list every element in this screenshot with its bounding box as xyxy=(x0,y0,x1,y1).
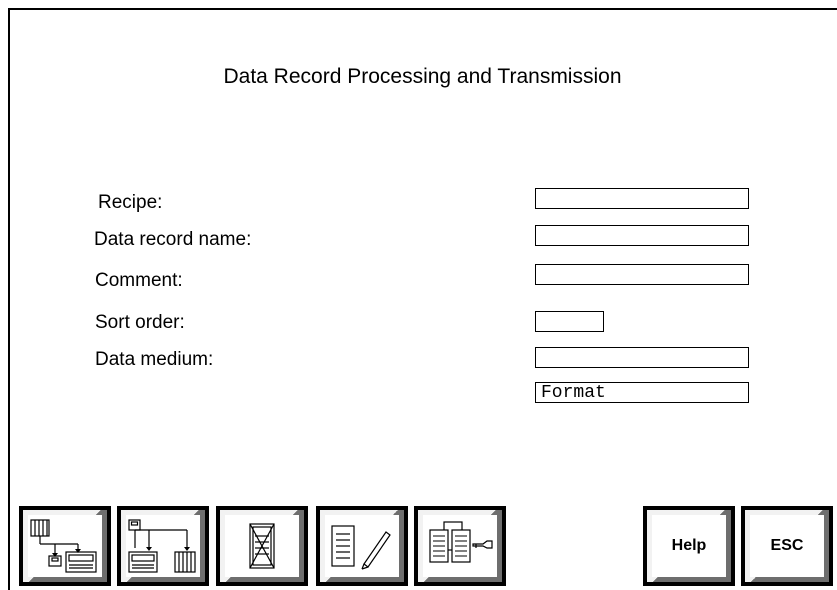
page-title: Data Record Processing and Transmission xyxy=(223,65,622,88)
comment-field[interactable] xyxy=(535,264,749,285)
esc-button-label: ESC xyxy=(770,537,804,554)
sort-order-label: Sort order: xyxy=(95,312,185,333)
softkey-delete-record-button[interactable] xyxy=(216,506,308,586)
sort-order-field[interactable] xyxy=(535,311,604,332)
comment-label: Comment: xyxy=(95,270,183,291)
edit-record-icon xyxy=(331,525,391,570)
delete-record-icon xyxy=(249,523,275,569)
recipe-field[interactable] xyxy=(535,188,749,209)
recipe-label: Recipe: xyxy=(98,192,163,213)
softkey-transfer-to-device-button[interactable] xyxy=(19,506,111,586)
softkey-transfer-from-device-button[interactable] xyxy=(117,506,209,586)
data-medium-label: Data medium: xyxy=(95,349,214,370)
help-button-label: Help xyxy=(671,537,707,554)
data-record-name-label: Data record name: xyxy=(94,229,252,250)
transfer-from-device-icon xyxy=(128,519,196,573)
print-records-icon xyxy=(429,521,493,563)
format-field[interactable] xyxy=(535,382,749,403)
softkey-edit-record-button[interactable] xyxy=(316,506,408,586)
esc-button[interactable]: ESC xyxy=(741,506,833,586)
softkey-print-records-button[interactable] xyxy=(414,506,506,586)
data-record-name-field[interactable] xyxy=(535,225,749,246)
transfer-to-device-icon xyxy=(30,519,97,573)
data-medium-field[interactable] xyxy=(535,347,749,368)
help-button[interactable]: Help xyxy=(643,506,735,586)
screen-frame xyxy=(8,8,837,590)
